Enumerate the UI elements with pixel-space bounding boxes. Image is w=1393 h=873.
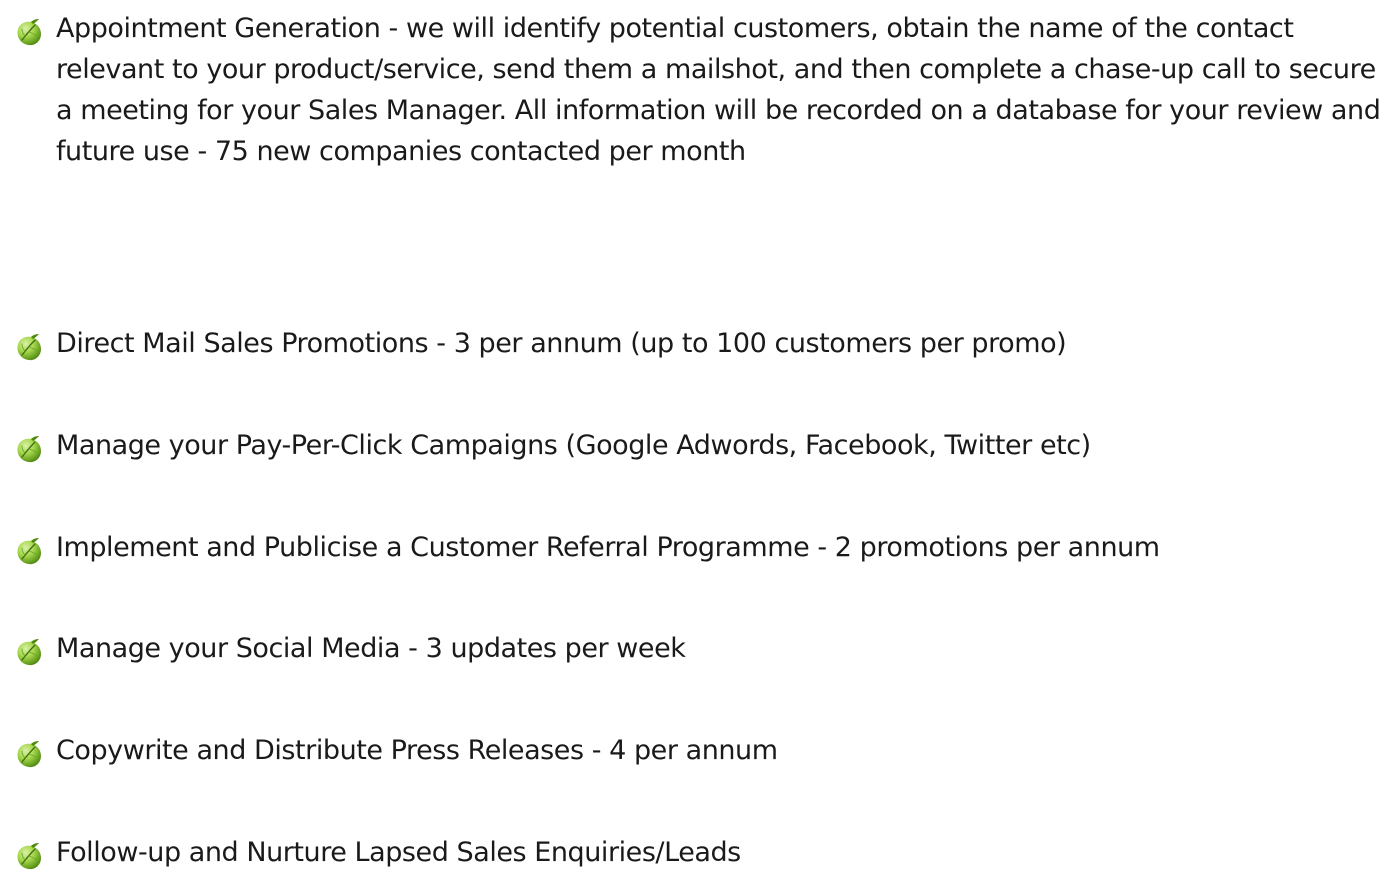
green-leaf-icon (14, 740, 44, 770)
list-item-label: Copywrite and Distribute Press Releases … (56, 735, 778, 766)
list-item-label: Direct Mail Sales Promotions - 3 per ann… (56, 328, 1067, 359)
service-list: Appointment Generation - we will identif… (0, 0, 1393, 869)
green-leaf-icon (14, 435, 44, 465)
list-item-label: Manage your Social Media - 3 updates per… (56, 633, 686, 664)
green-leaf-icon (14, 638, 44, 668)
list-item-label: Follow-up and Nurture Lapsed Sales Enqui… (56, 837, 741, 868)
green-leaf-icon (14, 333, 44, 363)
green-leaf-icon (14, 842, 44, 872)
green-leaf-icon (14, 18, 44, 48)
list-item-label: Manage your Pay-Per-Click Campaigns (Goo… (56, 430, 1091, 461)
green-leaf-icon (14, 537, 44, 567)
list-item-label: Appointment Generation - we will identif… (56, 13, 1381, 167)
list-item-label: Implement and Publicise a Customer Refer… (56, 532, 1160, 563)
